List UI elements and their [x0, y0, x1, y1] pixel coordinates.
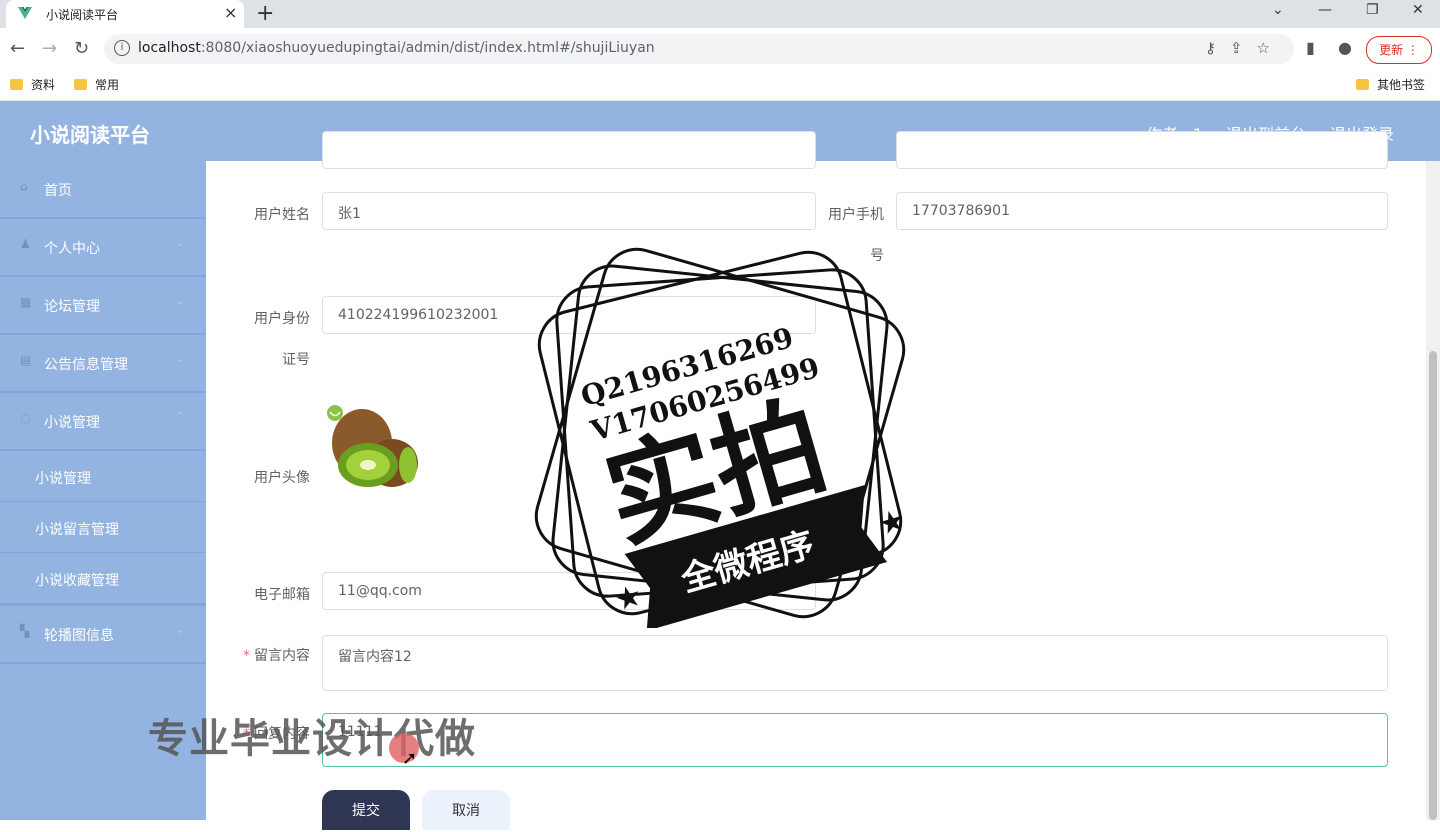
chevron-down-icon: ⌄: [174, 623, 184, 636]
other-bookmarks[interactable]: 其他书签: [1356, 76, 1425, 93]
star-icon: ★: [874, 502, 910, 543]
vue-logo-icon: [18, 7, 32, 19]
chevron-down-icon: ⌄: [174, 294, 184, 307]
url-text: localhost:8080/xiaoshuoyuedupingtai/admi…: [138, 40, 655, 56]
minimize-icon[interactable]: —: [1318, 2, 1332, 18]
folder-icon: [10, 79, 23, 90]
address-actions: ⚷⇪☆: [1205, 39, 1284, 57]
share-icon[interactable]: ⇪: [1230, 39, 1257, 57]
back-icon[interactable]: ←: [10, 38, 25, 59]
app-title: 小说阅读平台: [30, 123, 150, 147]
reload-icon[interactable]: ↻: [74, 38, 89, 59]
profile-icon[interactable]: ●: [1338, 38, 1352, 57]
user-id-label-cont: 证号: [282, 352, 310, 368]
bookmark-item[interactable]: 资料: [10, 76, 55, 93]
bookmarks-bar: 资料 常用 其他书签: [0, 70, 1440, 101]
notice-icon: ▤: [20, 353, 32, 367]
book-icon: ◌: [20, 411, 31, 425]
email-label: 电子邮箱: [254, 587, 310, 603]
browser-tab[interactable]: 小说阅读平台 ×: [6, 0, 244, 28]
kiwi-avatar-image[interactable]: [324, 399, 424, 495]
key-icon[interactable]: ⚷: [1205, 39, 1230, 57]
tab-search-icon[interactable]: ⌄: [1272, 2, 1284, 18]
star-icon[interactable]: ☆: [1257, 39, 1284, 57]
page-scrollbar[interactable]: [1426, 161, 1440, 820]
sidebar-item-home[interactable]: ⌂ 首页: [0, 161, 206, 219]
forum-icon: ▦: [20, 295, 32, 309]
sidebar-subitem-novel-favorites[interactable]: 小说收藏管理: [0, 553, 206, 604]
sidebar-item-carousel[interactable]: ▚ 轮播图信息 ⌄: [0, 604, 206, 664]
user-name-field[interactable]: 张1: [322, 192, 816, 230]
grid-icon: ▚: [20, 624, 30, 638]
forward-icon[interactable]: →: [42, 38, 57, 59]
bookmark-item[interactable]: 常用: [74, 76, 119, 93]
reply-textarea[interactable]: 11111: [322, 713, 1388, 767]
site-info-icon[interactable]: i: [114, 40, 130, 56]
user-phone-label: 用户手机: [828, 207, 884, 223]
mouse-cursor-icon: ➚: [402, 748, 418, 769]
close-tab-icon[interactable]: ×: [224, 3, 237, 22]
hidden-top-field-2[interactable]: [896, 131, 1388, 169]
cancel-button[interactable]: 取消: [422, 790, 510, 830]
address-bar-row: ← → ↻ i localhost:8080/xiaoshuoyueduping…: [0, 28, 1440, 70]
sidebar-item-forum[interactable]: ▦ 论坛管理 ⌄: [0, 277, 206, 335]
folder-icon: [1356, 79, 1369, 90]
chevron-down-icon: ⌄: [174, 352, 184, 365]
watermark-stamp-image: Q2196316269 V17060256499 实拍 全微程序 ★ ★: [534, 247, 910, 628]
tab-title: 小说阅读平台: [46, 8, 119, 22]
scrollbar-thumb[interactable]: [1429, 351, 1437, 820]
url-field[interactable]: i localhost:8080/xiaoshuoyuedupingtai/ad…: [104, 34, 1294, 64]
home-icon: ⌂: [20, 179, 28, 193]
sidebar-item-novel[interactable]: ◌ 小说管理 ⌃: [0, 393, 206, 451]
submit-button[interactable]: 提交: [322, 790, 410, 830]
sidebar-item-personal[interactable]: ♟ 个人中心 ⌄: [0, 219, 206, 277]
user-phone-field[interactable]: 17703786901: [896, 192, 1388, 230]
sidebar-item-notice[interactable]: ▤ 公告信息管理 ⌄: [0, 335, 206, 393]
user-id-label: 用户身份: [254, 311, 310, 327]
user-icon: ♟: [20, 237, 31, 251]
folder-icon: [74, 79, 87, 90]
message-label: * 留言内容: [243, 648, 310, 664]
window-close-icon[interactable]: ✕: [1412, 2, 1424, 18]
star-icon: ★: [611, 578, 647, 619]
user-avatar-label: 用户头像: [254, 470, 310, 486]
browser-tab-bar: 小说阅读平台 × + ⌄ — ❐ ✕: [0, 0, 1440, 28]
message-textarea[interactable]: 留言内容12: [322, 635, 1388, 691]
new-tab-icon[interactable]: +: [256, 0, 274, 28]
sidebar-subitem-novel-messages[interactable]: 小说留言管理: [0, 502, 206, 553]
watermark-caption: 专业毕业设计代做: [148, 716, 476, 762]
side-panel-icon[interactable]: ▮: [1306, 38, 1315, 57]
chevron-down-icon: ⌄: [174, 236, 184, 249]
chevron-up-icon: ⌃: [174, 410, 184, 423]
hidden-top-field[interactable]: [322, 131, 816, 169]
sidebar-subitem-novel[interactable]: 小说管理: [0, 451, 206, 502]
user-name-label: 用户姓名: [254, 207, 310, 223]
update-button[interactable]: 更新 ⋮: [1366, 36, 1432, 64]
restore-icon[interactable]: ❐: [1366, 2, 1379, 18]
